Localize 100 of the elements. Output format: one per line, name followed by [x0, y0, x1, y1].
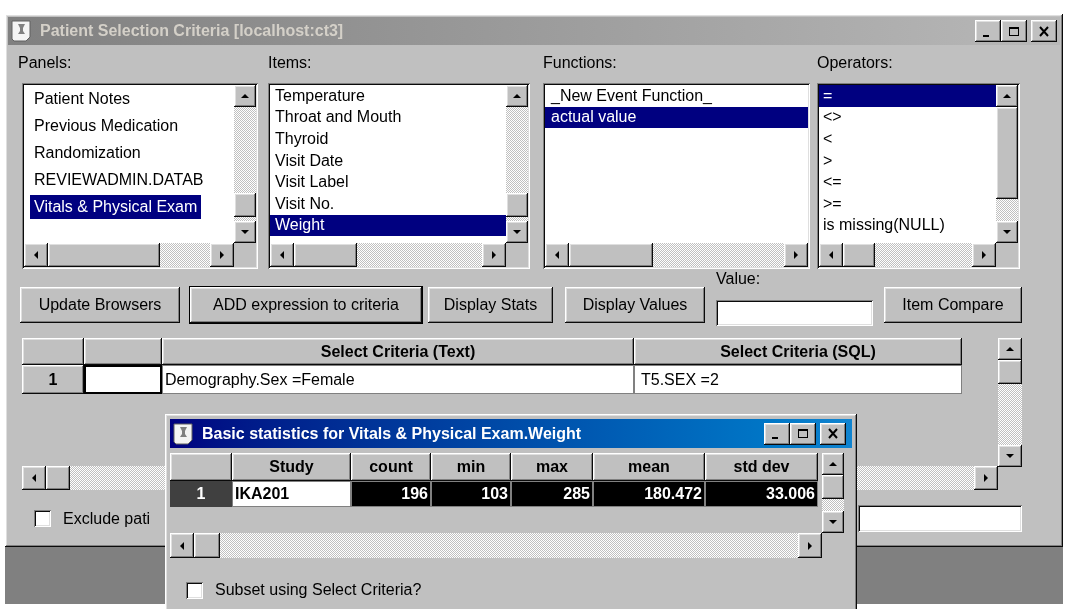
scroll-thumb[interactable]	[998, 360, 1022, 384]
scroll-down-button[interactable]	[822, 511, 844, 533]
scroll-left-button[interactable]	[545, 243, 569, 267]
left-arrow-icon	[30, 474, 38, 482]
list-item[interactable]: >=	[819, 192, 996, 215]
scroll-right-button[interactable]	[784, 243, 808, 267]
document-icon	[10, 19, 34, 43]
list-item[interactable]: is missing(NULL)	[819, 214, 996, 237]
list-item[interactable]: <	[819, 128, 996, 150]
right-arrow-icon	[980, 251, 988, 259]
left-arrow-icon	[553, 251, 561, 259]
list-item[interactable]: Patient Notes	[30, 86, 135, 111]
column-header: mean	[593, 453, 705, 481]
scroll-left-button[interactable]	[270, 243, 294, 267]
right-arrow-icon	[490, 251, 498, 259]
list-item[interactable]: actual value	[545, 106, 808, 129]
minimize-button[interactable]	[764, 422, 790, 445]
checkbox[interactable]	[34, 510, 51, 527]
close-button[interactable]	[1031, 20, 1057, 42]
scroll-thumb[interactable]	[843, 243, 875, 267]
list-item[interactable]: Thyroid	[270, 128, 506, 150]
action-button[interactable]: Display Stats	[428, 287, 553, 323]
table-cell[interactable]	[84, 365, 162, 394]
scroll-thumb[interactable]	[234, 193, 256, 217]
scroll-right-button[interactable]	[798, 533, 822, 558]
scroll-up-button[interactable]	[998, 338, 1022, 360]
right-arrow-icon	[806, 541, 814, 550]
list-item[interactable]: <>	[819, 106, 996, 129]
maximize-button[interactable]	[1001, 20, 1027, 42]
window-title: Patient Selection Criteria [localhost:ct3]	[40, 21, 345, 41]
scroll-thumb[interactable]	[48, 243, 160, 267]
column-header: Select Criteria (SQL)	[634, 338, 962, 365]
text-field[interactable]	[858, 505, 1022, 532]
scrollbar[interactable]	[170, 533, 822, 558]
down-arrow-icon	[513, 228, 521, 236]
list-item[interactable]: =	[819, 85, 996, 107]
scroll-down-button[interactable]	[998, 445, 1022, 467]
scrollbar[interactable]	[24, 243, 234, 267]
action-button[interactable]: Update Browsers	[20, 287, 180, 323]
scroll-thumb[interactable]	[822, 475, 844, 499]
field-label: Value:	[716, 270, 761, 288]
action-button[interactable]: Display Values	[565, 287, 705, 323]
scrollbar[interactable]	[819, 243, 996, 267]
list-item[interactable]: >	[819, 149, 996, 172]
list-item[interactable]: REVIEWADMIN.DATAB	[30, 167, 208, 192]
scroll-down-button[interactable]	[234, 221, 256, 243]
scrollbar[interactable]	[506, 85, 528, 243]
scroll-right-button[interactable]	[482, 243, 506, 267]
scroll-thumb[interactable]	[996, 107, 1018, 199]
maximize-button[interactable]	[790, 422, 816, 445]
scrollbar[interactable]	[998, 338, 1022, 467]
scroll-left-button[interactable]	[170, 533, 194, 558]
value-field[interactable]	[716, 300, 873, 326]
list-item[interactable]: Previous Medication	[30, 113, 183, 138]
scrollbar[interactable]	[822, 453, 844, 533]
scroll-up-button[interactable]	[506, 85, 528, 107]
scroll-left-button[interactable]	[819, 243, 843, 267]
scroll-thumb[interactable]	[506, 193, 528, 217]
scroll-thumb[interactable]	[294, 243, 357, 267]
scroll-thumb[interactable]	[569, 243, 653, 267]
minimize-button[interactable]	[975, 20, 1001, 42]
right-arrow-icon	[218, 251, 226, 259]
list-item[interactable]: Temperature	[270, 85, 506, 107]
scrollbar-corner	[234, 243, 256, 267]
list-item[interactable]: _New Event Function_	[545, 85, 808, 107]
scroll-right-button[interactable]	[974, 466, 998, 490]
list-item[interactable]: <=	[819, 171, 996, 193]
scroll-thumb[interactable]	[194, 533, 220, 558]
scrollbar[interactable]	[996, 85, 1018, 243]
scroll-down-button[interactable]	[996, 221, 1018, 243]
scroll-up-button[interactable]	[234, 85, 256, 107]
dialog-title: Basic statistics for Vitals & Physical Exam.Weight	[202, 423, 583, 444]
scroll-down-button[interactable]	[506, 221, 528, 243]
scrollbar[interactable]	[234, 85, 256, 243]
list-item[interactable]: Vitals & Physical Exam	[30, 194, 202, 219]
list-item[interactable]: Visit Label	[270, 171, 506, 193]
table-cell: 285	[511, 481, 593, 507]
scroll-thumb[interactable]	[46, 466, 70, 490]
document-icon	[172, 421, 196, 446]
list-item[interactable]: Visit Date	[270, 149, 506, 172]
list-item[interactable]: Randomization	[30, 140, 145, 165]
scroll-up-button[interactable]	[822, 453, 844, 475]
close-button[interactable]	[820, 422, 846, 445]
scrollbar[interactable]	[545, 243, 808, 267]
column-header: std dev	[705, 453, 818, 481]
list-item[interactable]: Weight	[270, 214, 506, 237]
minimize-icon	[983, 34, 989, 37]
column-header: Study	[232, 453, 351, 481]
scroll-right-button[interactable]	[972, 243, 996, 267]
item-compare-button[interactable]: Item Compare	[884, 287, 1022, 323]
action-button[interactable]: ADD expression to criteria	[190, 287, 422, 323]
scroll-left-button[interactable]	[24, 243, 48, 267]
scroll-left-button[interactable]	[22, 466, 46, 490]
scroll-right-button[interactable]	[210, 243, 234, 267]
list-item[interactable]: Visit No.	[270, 192, 506, 215]
list-item[interactable]: Throat and Mouth	[270, 106, 506, 129]
scroll-up-button[interactable]	[996, 85, 1018, 107]
left-arrow-icon	[32, 251, 40, 259]
checkbox[interactable]	[186, 581, 203, 599]
scrollbar[interactable]	[270, 243, 506, 267]
